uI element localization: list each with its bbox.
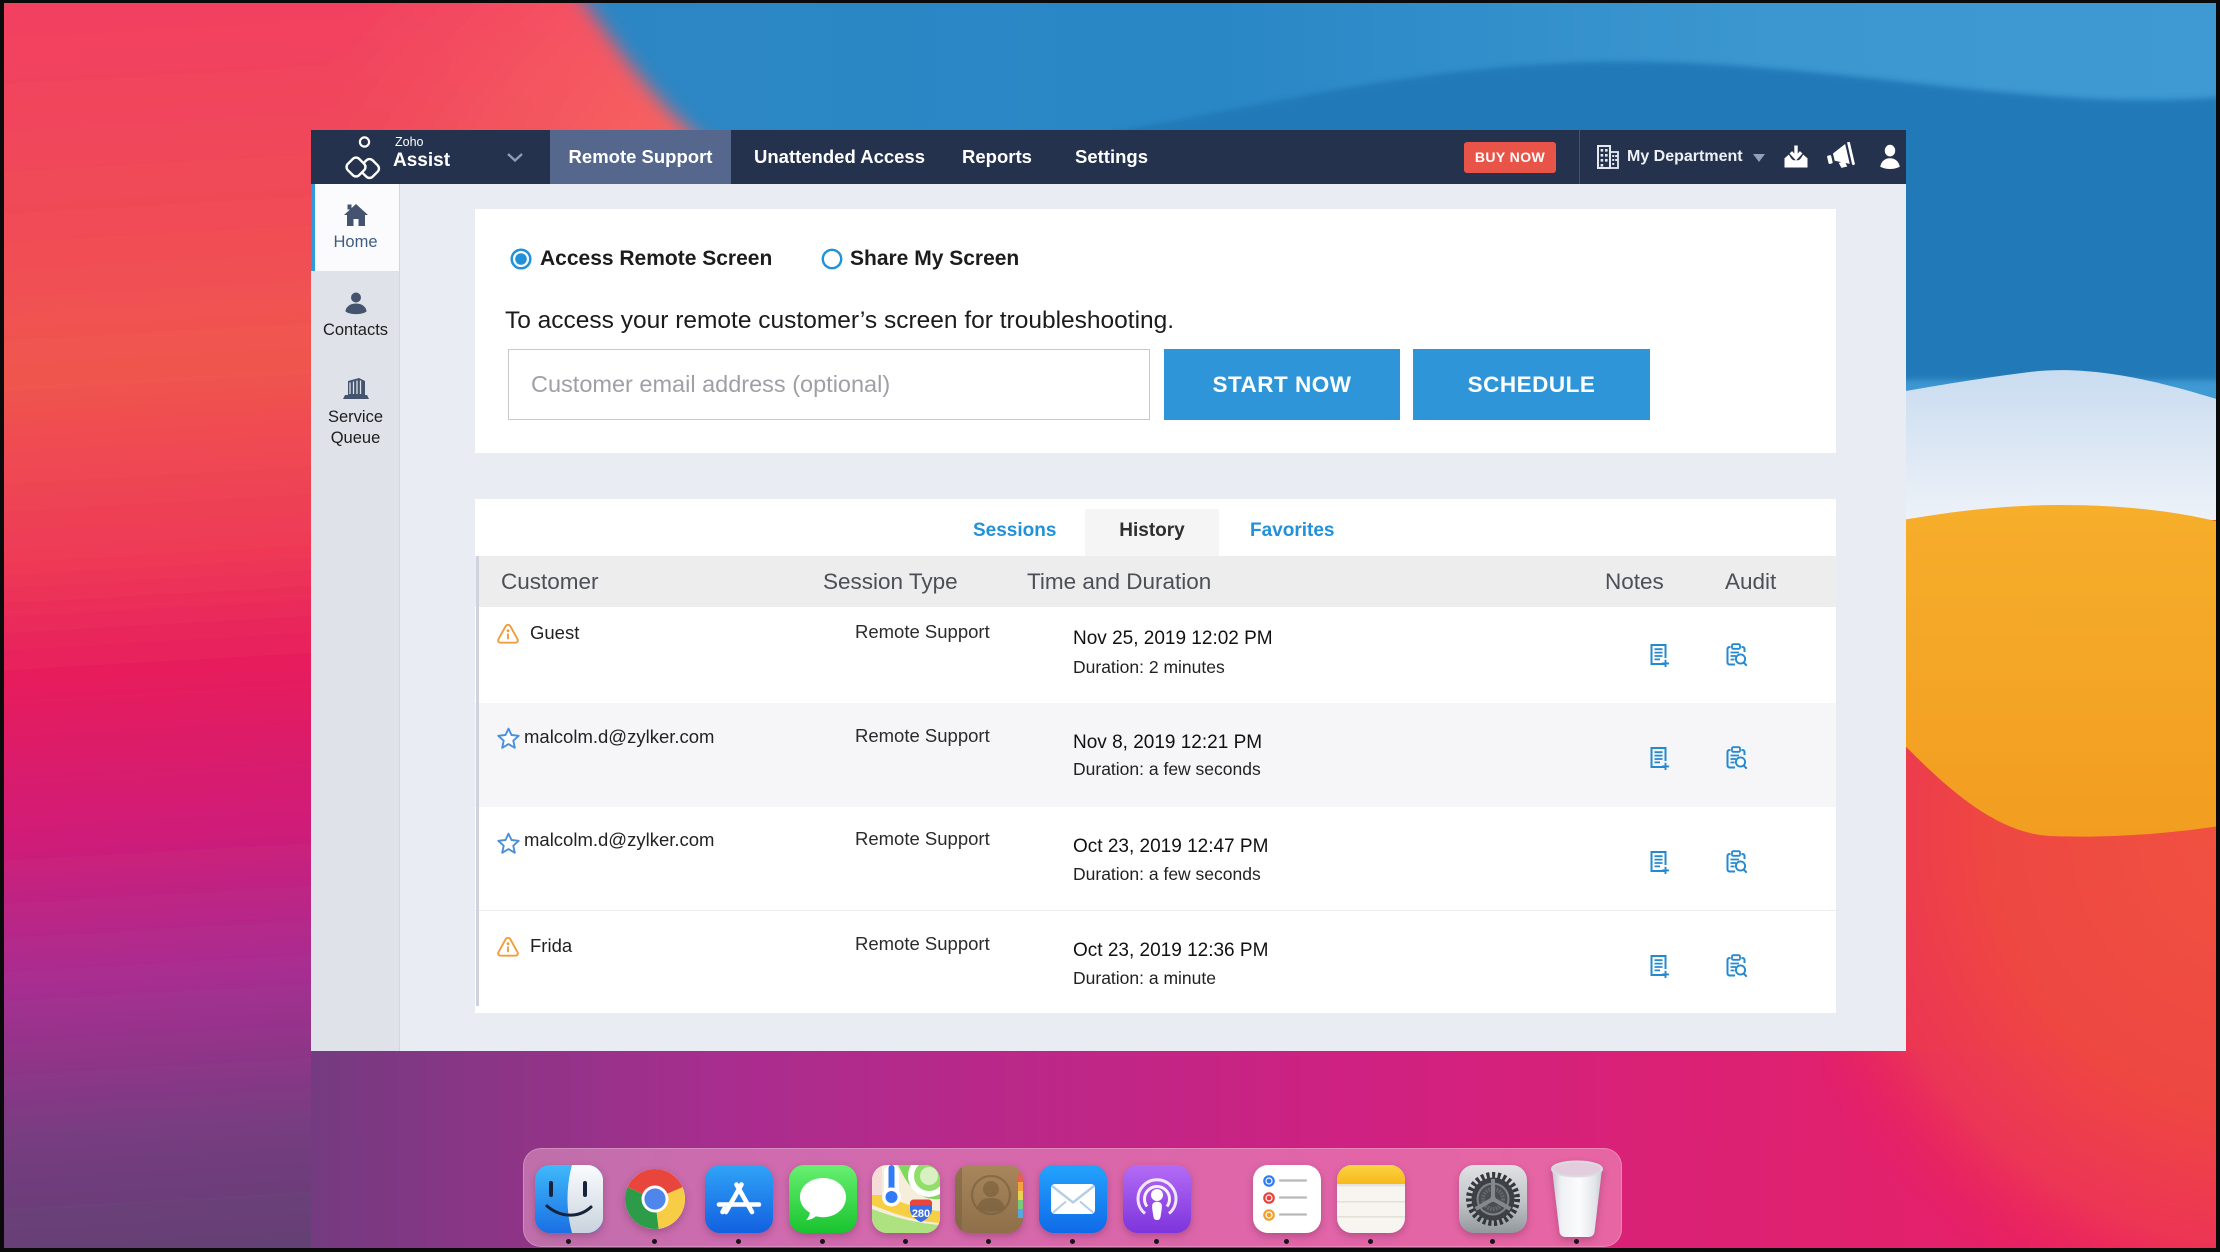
svg-text:280: 280 [912, 1208, 930, 1220]
